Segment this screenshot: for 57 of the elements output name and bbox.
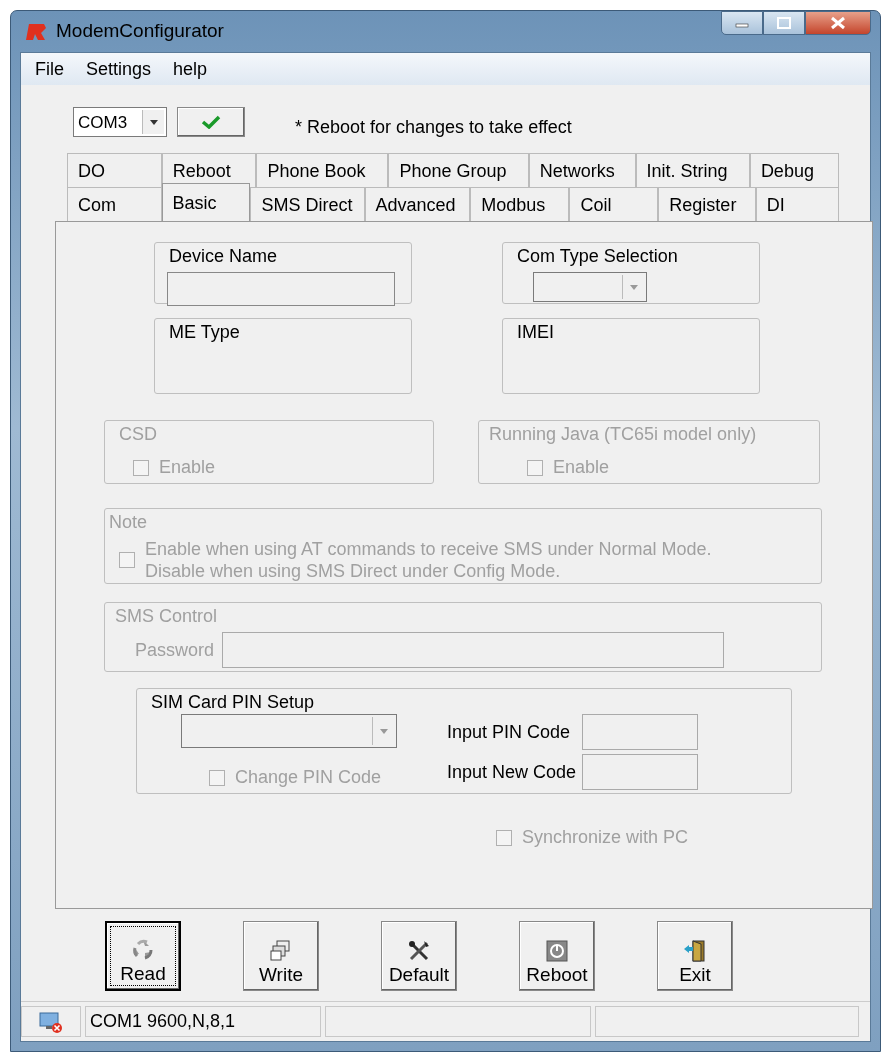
app-logo-icon: [24, 21, 48, 42]
tools-icon: [407, 939, 431, 963]
power-icon: [545, 939, 569, 963]
note-text: Enable when using AT commands to receive SMS under Normal Mode.: [145, 538, 712, 560]
menu-item[interactable]: help: [173, 55, 208, 83]
tab[interactable]: Phone Group: [388, 153, 529, 187]
tab[interactable]: Init. String: [635, 153, 750, 187]
tab[interactable]: Phone Book: [256, 153, 389, 187]
tab[interactable]: DI: [755, 187, 839, 221]
pin-dropdown[interactable]: [181, 714, 397, 748]
window-title: ModemConfigurator: [56, 19, 224, 44]
close-button[interactable]: [805, 11, 871, 35]
tab[interactable]: SMS Direct: [250, 187, 365, 221]
change-pin-label: Change PIN Code: [235, 766, 382, 789]
device-name-field[interactable]: [167, 272, 395, 306]
toolbar-button[interactable]: Default: [381, 921, 457, 991]
tab[interactable]: DO: [67, 153, 162, 187]
checkmark-icon: [201, 115, 221, 129]
dropdown-arrow-icon: [627, 282, 640, 292]
dropdown-arrow-icon: [147, 117, 160, 127]
new-code-field[interactable]: [582, 754, 699, 790]
computer-error-icon: [38, 1009, 64, 1034]
tab[interactable]: Coil: [569, 187, 659, 221]
tab[interactable]: Debug: [749, 153, 839, 187]
enable-label: Enable: [553, 456, 610, 479]
toolbar-button[interactable]: Read: [105, 921, 181, 991]
status-text: COM1 9600,N,8,1: [90, 1010, 236, 1033]
recycle-icon: [131, 938, 155, 962]
reboot-note: * Reboot for changes to take effect: [295, 115, 572, 139]
tab[interactable]: Modbus: [470, 187, 570, 221]
apply-button[interactable]: [177, 107, 245, 137]
toolbar-button[interactable]: Write: [243, 921, 319, 991]
menu-item[interactable]: Settings: [86, 55, 152, 83]
maximize-icon: [777, 17, 791, 29]
toolbar-button[interactable]: Exit: [657, 921, 733, 991]
dropdown-arrow-icon: [377, 726, 390, 736]
toolbar-button[interactable]: Reboot: [519, 921, 595, 991]
door-exit-icon: [683, 939, 707, 963]
password-field[interactable]: [222, 632, 725, 668]
pin-code-field[interactable]: [582, 714, 699, 750]
windows-icon: [269, 939, 293, 963]
minimize-button[interactable]: [721, 11, 763, 35]
input-new-code-label: Input New Code: [447, 760, 577, 784]
tab[interactable]: Networks: [528, 153, 636, 187]
enable-label: Enable: [159, 456, 216, 479]
note-text: Disable when using SMS Direct under Config Mode.: [145, 560, 562, 582]
password-label: Password: [135, 638, 215, 662]
close-icon: [830, 16, 846, 30]
tab[interactable]: Advanced: [364, 187, 471, 221]
input-pin-code-label: Input PIN Code: [447, 720, 571, 744]
port-dropdown[interactable]: COM3: [73, 107, 167, 137]
tab[interactable]: Register: [658, 187, 756, 221]
maximize-button[interactable]: [763, 11, 805, 35]
synchronize-label: Synchronize with PC: [522, 826, 689, 849]
menu-item[interactable]: File: [35, 55, 64, 83]
tab[interactable]: Com: [67, 187, 162, 221]
tab[interactable]: Basic: [161, 183, 251, 221]
